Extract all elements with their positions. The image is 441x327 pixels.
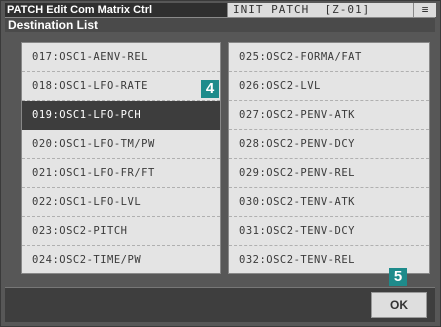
list-item[interactable]: 029:OSC2-PENV-REL bbox=[229, 159, 429, 188]
header-bar: PATCH Edit Com Matrix Ctrl INIT PATCH [Z… bbox=[5, 3, 436, 17]
list-item[interactable]: 030:OSC2-TENV-ATK bbox=[229, 188, 429, 217]
page-title: PATCH Edit Com Matrix Ctrl bbox=[5, 3, 227, 17]
screen: PATCH Edit Com Matrix Ctrl INIT PATCH [Z… bbox=[0, 0, 441, 327]
list-item[interactable]: 020:OSC1-LFO-TM/PW bbox=[22, 130, 220, 159]
ok-button[interactable]: OK bbox=[371, 292, 427, 318]
patch-name: INIT PATCH [Z-01] bbox=[227, 3, 413, 17]
list-item[interactable]: 024:OSC2-TIME/PW bbox=[22, 246, 220, 275]
callout-badge-ok: 5 bbox=[389, 268, 407, 286]
list-item[interactable]: 017:OSC1-AENV-REL bbox=[22, 43, 220, 72]
list-item[interactable]: 027:OSC2-PENV-ATK bbox=[229, 101, 429, 130]
callout-badge-list: 4 bbox=[201, 80, 219, 98]
list-item[interactable]: 021:OSC1-LFO-FR/FT bbox=[22, 159, 220, 188]
menu-icon[interactable]: ≡ bbox=[413, 3, 436, 17]
list-item-selected[interactable]: 019:OSC1-LFO-PCH bbox=[22, 101, 220, 130]
list-item[interactable]: 031:OSC2-TENV-DCY bbox=[229, 217, 429, 246]
dialog-title: Destination List bbox=[5, 17, 435, 32]
list-item[interactable]: 022:OSC1-LFO-LVL bbox=[22, 188, 220, 217]
list-item[interactable]: 026:OSC2-LVL bbox=[229, 72, 429, 101]
destination-list-right: 025:OSC2-FORMA/FAT 026:OSC2-LVL 027:OSC2… bbox=[228, 42, 430, 274]
list-item[interactable]: 028:OSC2-PENV-DCY bbox=[229, 130, 429, 159]
list-item[interactable]: 023:OSC2-PITCH bbox=[22, 217, 220, 246]
list-item[interactable]: 025:OSC2-FORMA/FAT bbox=[229, 43, 429, 72]
list-item[interactable]: 018:OSC1-LFO-RATE bbox=[22, 72, 220, 101]
destination-list-left: 017:OSC1-AENV-REL 018:OSC1-LFO-RATE 019:… bbox=[21, 42, 221, 274]
